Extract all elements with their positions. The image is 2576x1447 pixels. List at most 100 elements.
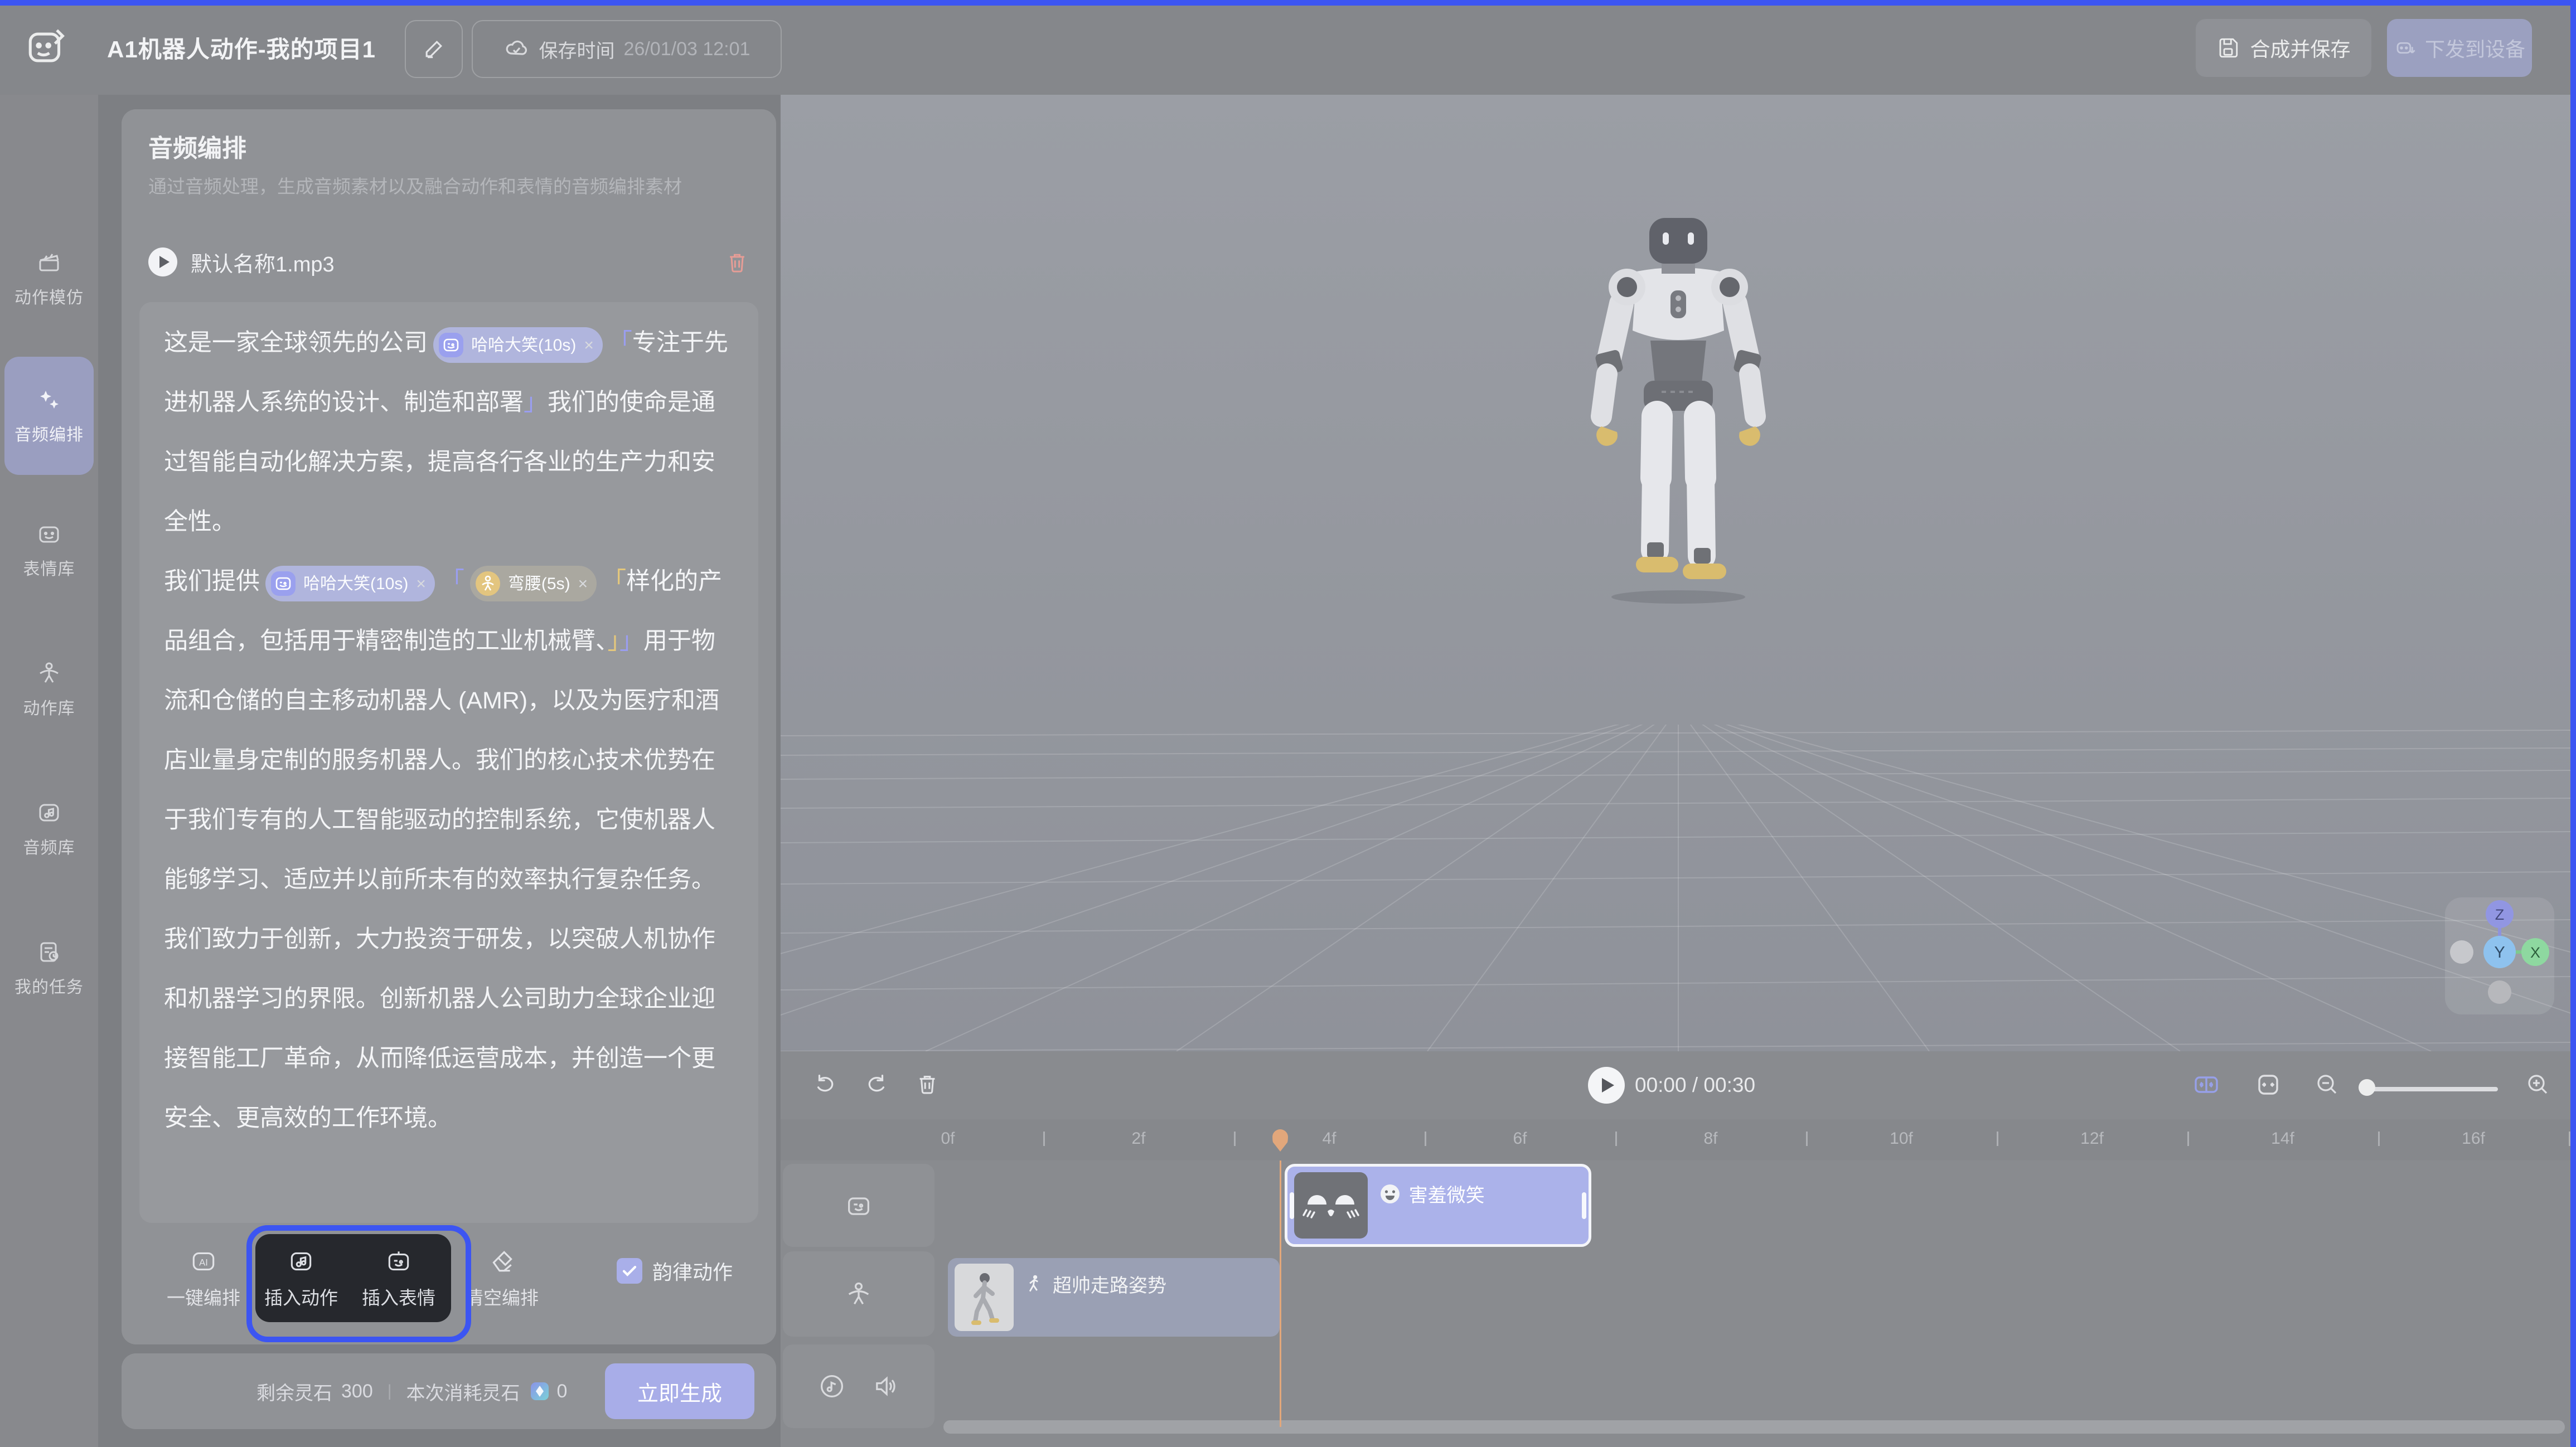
sidebar-item-motion-mimic[interactable]: 动作模仿 — [0, 234, 98, 323]
chip-label: 哈哈大笑(10s) — [471, 315, 576, 375]
speaker-icon[interactable] — [871, 1372, 900, 1401]
timeline-ruler[interactable]: 0f2f4f6f8f10f12f14f16f — [781, 1119, 2570, 1160]
chip-remove-icon[interactable]: × — [577, 554, 588, 614]
timeline-play-button[interactable] — [1588, 1067, 1625, 1104]
screenshot-border-right — [2570, 0, 2576, 1447]
rhythm-motion-toggle[interactable]: 韵律动作 — [617, 1256, 733, 1285]
clip-trim-handle-right[interactable] — [1582, 1192, 1586, 1219]
deploy-to-device-label: 下发到设备 — [2425, 33, 2525, 62]
auto-attach-icon[interactable] — [2193, 1071, 2220, 1098]
fit-timeline-icon[interactable] — [2255, 1071, 2282, 1098]
auto-arrange-button[interactable]: AI 一键编排 — [153, 1247, 254, 1310]
audio-track-header — [783, 1344, 934, 1428]
cost-stones-label: 本次消耗灵石 — [406, 1378, 520, 1405]
clip-trim-handle-left[interactable] — [1290, 1192, 1294, 1219]
sparkles-icon — [36, 386, 62, 413]
sidebar-item-expression-library[interactable]: 表情库 — [0, 503, 98, 598]
ruler-frame-label: 14f — [2271, 1129, 2294, 1148]
expression-tag-chip[interactable]: 哈哈大笑(10s)× — [433, 327, 603, 363]
synthesize-save-label: 合成并保存 — [2250, 33, 2350, 62]
expression-clip-thumbnail — [1294, 1172, 1368, 1239]
project-title: A1机器人动作-我的项目1 — [107, 0, 376, 95]
action-chip-icon — [474, 570, 501, 597]
ruler-minor-tick — [1043, 1132, 1045, 1146]
quote-mark: 」 — [619, 628, 643, 654]
ruler-minor-tick — [1425, 1132, 1426, 1146]
ruler-frame-label: 6f — [1513, 1129, 1527, 1148]
ruler-frame-label: 0f — [941, 1129, 955, 1148]
delete-clip-button[interactable] — [914, 1071, 940, 1097]
ruler-frame-label: 16f — [2462, 1129, 2485, 1148]
robot-3d-viewport[interactable]: Z Y X — [781, 95, 2570, 1051]
remaining-stones-label: 剩余灵石 — [256, 1378, 332, 1405]
task-list-icon — [36, 939, 62, 965]
deploy-to-device-button[interactable]: 下发到设备 — [2387, 19, 2532, 77]
ruler-minor-tick — [2378, 1132, 2380, 1146]
axis-y-label: Y — [2494, 944, 2505, 962]
axis-gizmo[interactable]: Z Y X — [2445, 897, 2554, 1014]
remaining-stones-value: 300 — [341, 1381, 373, 1402]
quote-mark: 「 — [608, 329, 632, 356]
clapperboard-icon — [36, 249, 62, 276]
panel-title: 音频编排 — [148, 128, 246, 164]
action-tag-chip[interactable]: 弯腰(5s)× — [470, 566, 597, 601]
sidebar-item-label: 音频库 — [23, 834, 75, 858]
rhythm-motion-label: 韵律动作 — [652, 1256, 733, 1285]
sidebar-item-my-tasks[interactable]: 我的任务 — [0, 921, 98, 1016]
zoom-out-icon[interactable] — [2314, 1071, 2341, 1098]
timeline-zoom-slider[interactable] — [2363, 1087, 2498, 1091]
expression-chip-icon — [438, 332, 464, 358]
zoom-in-icon[interactable] — [2525, 1071, 2551, 1098]
rename-button[interactable] — [405, 20, 463, 78]
rhythm-audio-icon — [817, 1372, 846, 1401]
sidebar-item-audio-library[interactable]: 音频库 — [0, 781, 98, 876]
insert-expression-button[interactable]: 插入表情 — [348, 1247, 449, 1310]
synthesize-save-button[interactable]: 合成并保存 — [2196, 19, 2371, 77]
timeline-scrollbar[interactable] — [943, 1420, 2565, 1434]
insert-expression-icon — [385, 1247, 413, 1275]
quote-mark: 「 — [440, 568, 464, 595]
pencil-icon — [422, 37, 446, 61]
save-time-value: 26/01/03 12:01 — [624, 38, 750, 60]
script-editor-text[interactable]: 这是一家全球领先的公司哈哈大笑(10s)×「专注于先进机器人系统的设计、制造和部… — [164, 313, 738, 1148]
timeline-toolbar: 00:00 / 00:30 — [781, 1051, 2570, 1119]
chip-label: 弯腰(5s) — [508, 554, 570, 614]
sidebar-item-label: 音频编排 — [14, 421, 84, 445]
chip-label: 哈哈大笑(10s) — [303, 554, 408, 614]
expression-tag-chip[interactable]: 哈哈大笑(10s)× — [265, 566, 435, 601]
timeline-zoom-slider-handle[interactable] — [2359, 1079, 2375, 1096]
script-editor[interactable]: 这是一家全球领先的公司哈哈大笑(10s)×「专注于先进机器人系统的设计、制造和部… — [139, 302, 758, 1223]
sidebar-item-label: 我的任务 — [14, 973, 84, 998]
generate-now-button[interactable]: 立即生成 — [605, 1363, 754, 1419]
expression-track-icon — [844, 1191, 873, 1220]
action-label: 插入表情 — [362, 1283, 435, 1310]
expression-clip[interactable]: 害羞微笑 — [1285, 1164, 1592, 1247]
redo-button[interactable] — [863, 1071, 889, 1097]
humanoid-robot — [1578, 215, 1779, 605]
footer-divider: | — [388, 1382, 392, 1401]
action-label: 一键编排 — [167, 1283, 240, 1310]
chip-remove-icon[interactable]: × — [415, 554, 426, 614]
action-track-header — [783, 1251, 934, 1337]
ruler-frame-label: 8f — [1703, 1129, 1717, 1148]
motion-person-icon — [1024, 1274, 1045, 1295]
chip-remove-icon[interactable]: × — [583, 315, 594, 375]
axis-x-label: X — [2530, 944, 2540, 961]
sidebar-item-audio-arrange[interactable]: 音频编排 — [0, 367, 98, 465]
music-box-icon — [36, 799, 62, 826]
motion-clip-label: 超帅走路姿势 — [1053, 1270, 1166, 1298]
motion-clip[interactable]: 超帅走路姿势 — [948, 1258, 1280, 1337]
delete-audio-button[interactable] — [725, 250, 749, 274]
sidebar-item-label: 动作库 — [23, 695, 75, 719]
quote-mark: 」 — [524, 389, 548, 416]
timeline-time: 00:00 / 00:30 — [1635, 1074, 1755, 1097]
insert-motion-button[interactable]: 插入动作 — [251, 1247, 351, 1310]
undo-button[interactable] — [813, 1071, 839, 1097]
audio-play-button[interactable] — [148, 247, 177, 276]
ruler-frame-label: 10f — [1890, 1129, 1913, 1148]
ruler-minor-tick — [1997, 1132, 1998, 1146]
axis-z-label: Z — [2495, 906, 2505, 923]
action-label: 插入动作 — [264, 1283, 338, 1310]
sidebar-item-motion-library[interactable]: 动作库 — [0, 642, 98, 737]
checkbox-checked-icon[interactable] — [617, 1258, 642, 1284]
